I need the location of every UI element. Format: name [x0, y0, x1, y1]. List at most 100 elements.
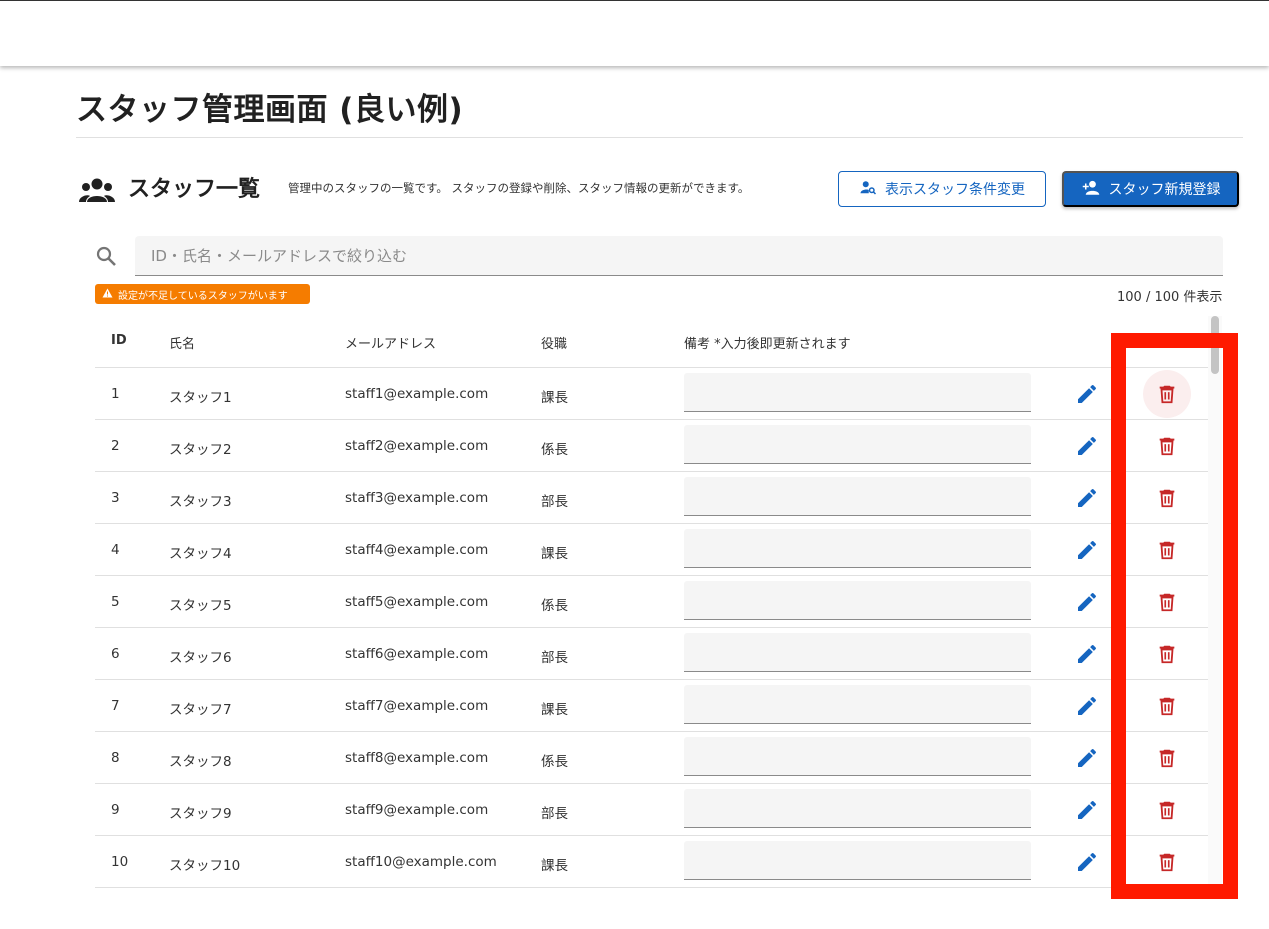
cell-role: 係長	[541, 442, 568, 458]
edit-button[interactable]	[1075, 538, 1099, 562]
table-row: 5 スタッフ5 staff5@example.com 係長	[95, 576, 1208, 628]
cell-name: スタッフ3	[169, 494, 232, 510]
cell-name: スタッフ9	[169, 806, 232, 822]
cell-email: staff4@example.com	[345, 542, 489, 558]
edit-button[interactable]	[1075, 642, 1099, 666]
search-icon	[94, 244, 118, 268]
cell-email: staff3@example.com	[345, 490, 489, 506]
pencil-icon	[1078, 592, 1097, 611]
note-input[interactable]	[684, 529, 1031, 568]
cell-role: 部長	[541, 806, 568, 822]
add-staff-button[interactable]: スタッフ新規登録	[1062, 171, 1239, 207]
table-row: 7 スタッフ7 staff7@example.com 課長	[95, 680, 1208, 732]
pencil-icon	[1078, 436, 1097, 455]
table-row: 8 スタッフ8 staff8@example.com 係長	[95, 732, 1208, 784]
cell-name: スタッフ8	[169, 754, 232, 770]
cell-id: 8	[111, 750, 120, 766]
cell-id: 4	[111, 542, 120, 558]
cell-role: 部長	[541, 494, 568, 510]
search-input[interactable]	[135, 236, 1223, 276]
edit-button[interactable]	[1075, 850, 1099, 874]
pencil-icon	[1078, 696, 1097, 715]
table-row: 4 スタッフ4 staff4@example.com 課長	[95, 524, 1208, 576]
app-top-bar	[0, 0, 1269, 66]
cell-role: 係長	[541, 754, 568, 770]
header-name: 氏名	[169, 337, 196, 352]
cell-id: 9	[111, 802, 120, 818]
pencil-icon	[1078, 384, 1097, 403]
pencil-icon	[1078, 644, 1097, 663]
edit-button[interactable]	[1075, 694, 1099, 718]
cell-role: 部長	[541, 650, 568, 666]
table-row: 2 スタッフ2 staff2@example.com 係長	[95, 420, 1208, 472]
warning-badge: 設定が不足しているスタッフがいます	[95, 284, 310, 304]
cell-role: 係長	[541, 598, 568, 614]
cell-email: staff8@example.com	[345, 750, 489, 766]
table-row: 10 スタッフ10 staff10@example.com 課長	[95, 836, 1208, 888]
cell-name: スタッフ7	[169, 702, 232, 718]
header-email: メールアドレス	[345, 337, 437, 352]
delete-column-highlight	[1111, 333, 1238, 899]
result-count: 100 / 100 件表示	[1117, 290, 1223, 305]
warning-text: 設定が不足しているスタッフがいます	[118, 290, 288, 302]
cell-email: staff2@example.com	[345, 438, 489, 454]
cell-email: staff9@example.com	[345, 802, 489, 818]
note-input[interactable]	[684, 841, 1031, 880]
cell-name: スタッフ4	[169, 546, 232, 562]
cell-id: 5	[111, 594, 120, 610]
warning-icon	[102, 288, 113, 301]
edit-button[interactable]	[1075, 434, 1099, 458]
cell-role: 課長	[541, 546, 568, 562]
note-input[interactable]	[684, 789, 1031, 828]
filter-condition-label: 表示スタッフ条件変更	[885, 181, 1025, 197]
table-row: 3 スタッフ3 staff3@example.com 部長	[95, 472, 1208, 524]
note-input[interactable]	[684, 425, 1031, 464]
edit-button[interactable]	[1075, 486, 1099, 510]
page-title: スタッフ管理画面 (良い例)	[76, 92, 464, 128]
pencil-icon	[1078, 852, 1097, 871]
staff-table: ID 氏名 メールアドレス 役職 備考 *入力後即更新されます 1 スタッフ1 st…	[95, 316, 1208, 888]
cell-name: スタッフ1	[169, 390, 232, 406]
edit-button[interactable]	[1075, 590, 1099, 614]
cell-name: スタッフ5	[169, 598, 232, 614]
header-id: ID	[111, 333, 127, 348]
cell-id: 1	[111, 386, 120, 402]
cell-id: 7	[111, 698, 120, 714]
note-input[interactable]	[684, 581, 1031, 620]
cell-email: staff7@example.com	[345, 698, 489, 714]
section-description: 管理中のスタッフの一覧です。 スタッフの登録や削除、スタッフ情報の更新ができます…	[288, 181, 750, 195]
cell-id: 6	[111, 646, 120, 662]
cell-email: staff1@example.com	[345, 386, 489, 402]
cell-name: スタッフ6	[169, 650, 232, 666]
edit-button[interactable]	[1075, 798, 1099, 822]
cell-role: 課長	[541, 858, 568, 874]
table-body: 1 スタッフ1 staff1@example.com 課長 2 スタッフ2 staff2@e…	[95, 368, 1208, 888]
edit-button[interactable]	[1075, 382, 1099, 406]
table-header: ID 氏名 メールアドレス 役職 備考 *入力後即更新されます	[95, 316, 1208, 368]
table-row: 6 スタッフ6 staff6@example.com 部長	[95, 628, 1208, 680]
note-input[interactable]	[684, 685, 1031, 724]
cell-email: staff10@example.com	[345, 854, 497, 870]
header-role: 役職	[541, 337, 568, 352]
person-add-icon	[1081, 179, 1101, 200]
filter-condition-button[interactable]: 表示スタッフ条件変更	[838, 171, 1046, 207]
cell-name: スタッフ10	[169, 858, 241, 874]
note-input[interactable]	[684, 477, 1031, 516]
cell-email: staff5@example.com	[345, 594, 489, 610]
cell-id: 3	[111, 490, 120, 506]
person-search-icon	[859, 179, 877, 200]
pencil-icon	[1078, 800, 1097, 819]
header-note: 備考 *入力後即更新されます	[684, 337, 851, 352]
add-staff-label: スタッフ新規登録	[1108, 181, 1221, 197]
note-input[interactable]	[684, 373, 1031, 412]
cell-role: 課長	[541, 702, 568, 718]
pencil-icon	[1078, 748, 1097, 767]
cell-id: 2	[111, 438, 120, 454]
edit-button[interactable]	[1075, 746, 1099, 770]
title-divider	[76, 137, 1243, 138]
pencil-icon	[1078, 540, 1097, 559]
cell-id: 10	[111, 854, 129, 870]
note-input[interactable]	[684, 737, 1031, 776]
people-icon	[78, 176, 116, 206]
note-input[interactable]	[684, 633, 1031, 672]
